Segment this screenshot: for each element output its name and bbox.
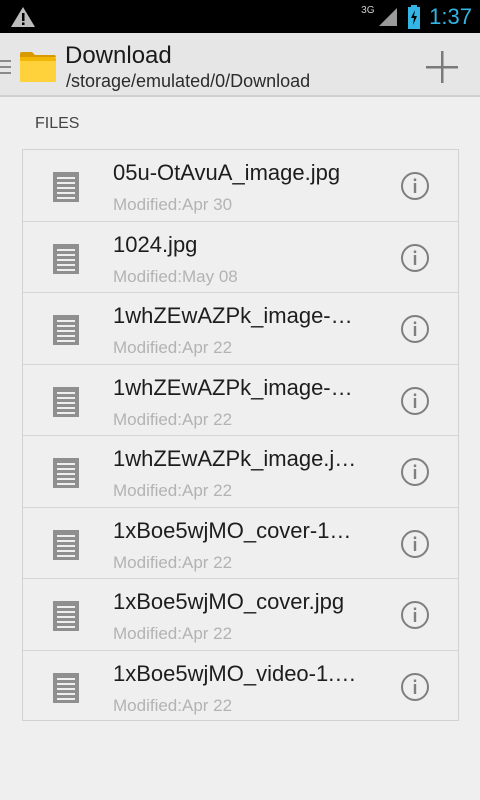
document-icon [53,601,79,631]
files-section-label: FILES [35,115,80,132]
file-row[interactable]: 1xBoe5wjMO_cover-1… Modified:Apr 22 [23,507,458,579]
network-type-label: 3G [361,4,375,16]
file-modified-date: Modified:Apr 22 [113,552,233,572]
file-row[interactable]: 1whZEwAZPk_image.j… Modified:Apr 22 [23,436,458,508]
info-icon[interactable] [400,600,430,630]
file-modified-date: Modified:Apr 22 [113,481,233,500]
warning-icon [11,7,35,27]
file-row[interactable]: 05u-OtAvuA_image.jpg Modified:Apr 30 [23,150,458,222]
info-icon[interactable] [400,386,430,416]
info-icon[interactable] [400,314,430,344]
document-icon [53,529,79,560]
file-name: 1whZEwAZPk_image.j… [113,446,357,471]
file-modified-date: Modified:Apr 30 [113,195,233,214]
info-icon[interactable] [400,457,430,487]
file-name: 1xBoe5wjMO_video-1.… [113,660,357,686]
page-title: Download [65,42,172,69]
info-icon[interactable] [400,529,430,559]
status-time: 1:37 [429,3,472,29]
status-bar: 3G 1:37 [0,0,480,33]
drawer-icon[interactable] [0,57,13,77]
signal-icon [379,7,398,26]
file-name: 1whZEwAZPk_image-… [113,374,353,400]
file-name: 1xBoe5wjMO_cover-1… [113,517,352,543]
document-icon [53,243,79,274]
file-row[interactable]: 1whZEwAZPk_image-… Modified:Apr 22 [23,364,458,436]
file-row[interactable]: 1xBoe5wjMO_cover.jpg Modified:Apr 22 [23,579,458,651]
file-name: 05u-OtAvuA_image.jpg [113,160,341,185]
folder-icon[interactable] [18,49,58,83]
file-modified-date: Modified:Apr 22 [113,624,233,643]
file-modified-date: Modified:May 08 [113,266,238,286]
document-icon [53,315,79,345]
file-modified-date: Modified:Apr 22 [113,338,233,357]
file-name: 1xBoe5wjMO_cover.jpg [113,589,345,614]
battery-charging-icon [408,4,421,29]
action-bar: Download /storage/emulated/0/Download [0,33,480,97]
folder-path: /storage/emulated/0/Download [66,71,311,91]
document-icon [53,458,79,488]
file-row[interactable]: 1whZEwAZPk_image-… Modified:Apr 22 [23,293,458,365]
add-icon[interactable] [422,47,462,87]
document-icon [53,386,79,417]
file-list: 05u-OtAvuA_image.jpg Modified:Apr 30 102… [22,149,459,721]
file-row[interactable]: 1024.jpg Modified:May 08 [23,221,458,293]
info-icon[interactable] [400,171,430,201]
document-icon [53,172,79,202]
info-icon[interactable] [400,243,430,273]
file-name: 1024.jpg [113,231,198,257]
status-icons: 3G 1:37 [361,0,472,33]
file-row[interactable]: 1xBoe5wjMO_video-1.… Modified:Apr 22 [23,650,458,720]
file-name: 1whZEwAZPk_image-… [113,303,353,328]
info-icon[interactable] [400,672,430,702]
document-icon [53,672,79,703]
file-modified-date: Modified:Apr 22 [113,695,233,715]
file-modified-date: Modified:Apr 22 [113,409,233,429]
